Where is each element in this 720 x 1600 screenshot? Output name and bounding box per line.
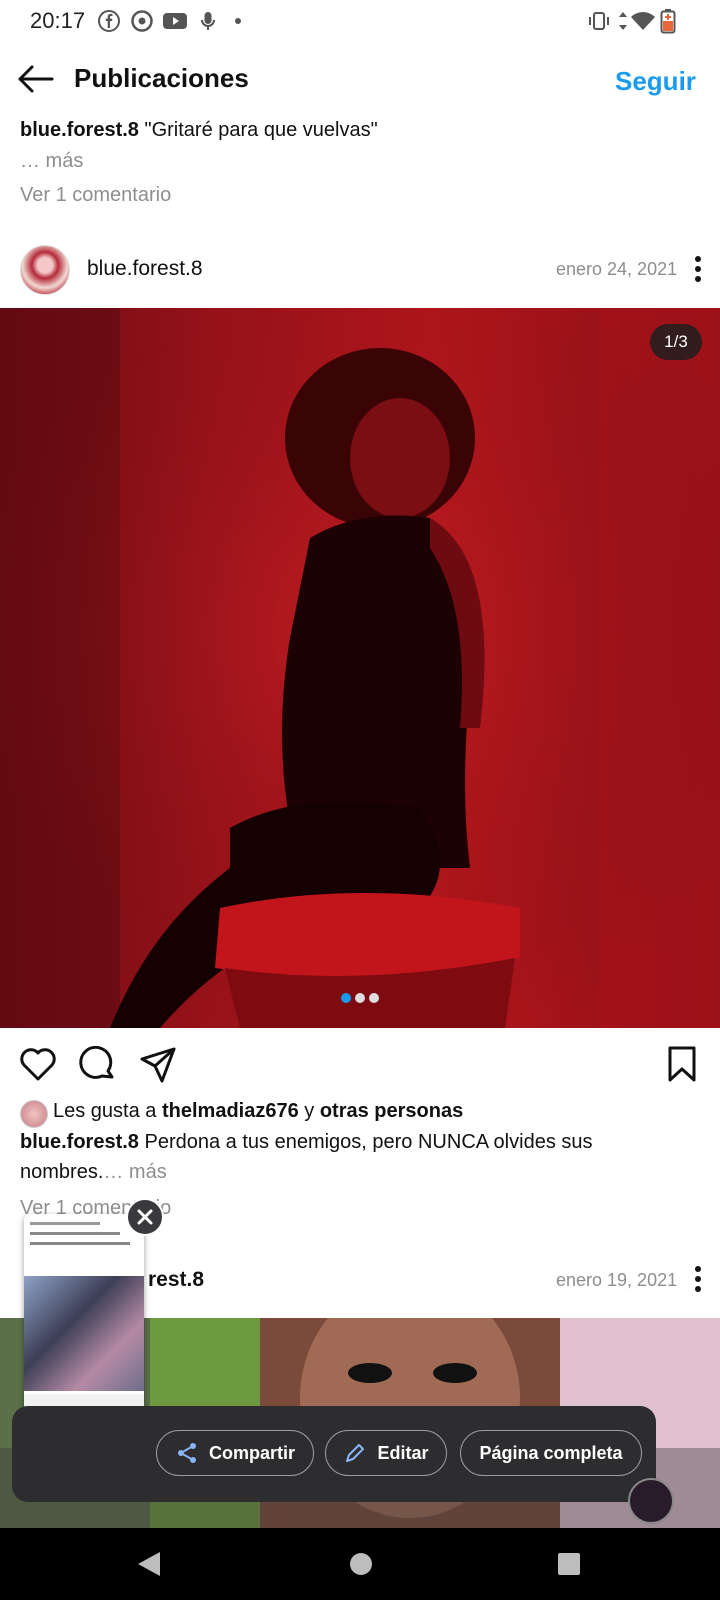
liker-avatar[interactable]: [20, 1100, 48, 1128]
likes-joiner: y: [304, 1100, 315, 1122]
full-page-button[interactable]: Página completa: [460, 1430, 642, 1476]
status-time: 20:17: [30, 8, 86, 33]
prev-post-caption-text: "Gritaré para que vuelvas": [144, 119, 378, 141]
prev-post-caption: blue.forest.8 "Gritaré para que vuelvas": [20, 119, 378, 142]
carousel-dots: [341, 993, 379, 1003]
post-photo: [0, 308, 720, 1028]
thumbnail-photo: [24, 1276, 144, 1391]
youtube-icon: [163, 13, 187, 29]
carousel-counter: 1/3: [650, 324, 702, 360]
post-date: enero 24, 2021: [556, 259, 678, 279]
page-title: Publicaciones: [74, 63, 249, 93]
nav-recents-icon[interactable]: [557, 1552, 581, 1576]
data-transfer-icon: [619, 12, 627, 30]
share-send-icon[interactable]: [138, 1044, 178, 1084]
thumbnail-line: [30, 1242, 130, 1245]
full-page-label: Página completa: [479, 1442, 623, 1463]
edit-label: Editar: [377, 1442, 429, 1463]
likes-others[interactable]: otras personas: [320, 1100, 463, 1122]
nav-home-icon[interactable]: [349, 1552, 373, 1576]
prev-post-more-link[interactable]: … más: [20, 150, 83, 173]
chrome-icon: [131, 10, 153, 32]
caption-text-1: Perdona a tus enemigos, pero NUNCA olvid…: [144, 1131, 593, 1153]
likes-summary[interactable]: Les gusta a thelmadiaz676 y otras person…: [53, 1100, 463, 1123]
caption-more-link[interactable]: … más: [103, 1161, 166, 1183]
top-app-bar: Publicaciones Seguir: [0, 48, 720, 118]
back-arrow-icon[interactable]: [16, 64, 54, 94]
post-caption-line2: nombres.… más: [20, 1161, 167, 1184]
profile-avatar-tab[interactable]: [628, 1478, 674, 1524]
nav-back-icon[interactable]: [136, 1550, 162, 1578]
follow-button[interactable]: Seguir: [615, 66, 696, 97]
post-image[interactable]: 1/3: [0, 308, 720, 1028]
post-username[interactable]: blue.forest.8: [87, 257, 203, 281]
share-button[interactable]: Compartir: [156, 1430, 314, 1476]
thumbnail-line: [30, 1232, 120, 1235]
close-preview-button[interactable]: [126, 1198, 164, 1236]
system-navigation-bar: [0, 1528, 720, 1600]
prev-post-view-comments[interactable]: Ver 1 comentario: [20, 184, 171, 207]
likes-user[interactable]: thelmadiaz676: [162, 1100, 299, 1122]
facebook-icon: [98, 10, 120, 32]
battery-icon: [660, 9, 676, 34]
post-caption-line1: blue.forest.8 Perdona a tus enemigos, pe…: [20, 1131, 593, 1154]
next-post-username[interactable]: rest.8: [148, 1268, 204, 1292]
like-heart-icon[interactable]: [18, 1044, 58, 1084]
wifi-icon: [631, 12, 655, 30]
close-icon: [137, 1209, 153, 1225]
vibrate-icon: [589, 12, 609, 30]
edit-button[interactable]: Editar: [325, 1430, 447, 1476]
caption-username[interactable]: blue.forest.8: [20, 1131, 139, 1153]
caption-text-2: nombres.: [20, 1161, 104, 1183]
post-avatar[interactable]: [20, 245, 70, 295]
pencil-icon: [346, 1444, 365, 1462]
screenshot-actions-bar: Compartir Editar Página completa: [12, 1406, 656, 1502]
mic-icon: [201, 12, 215, 30]
prev-post-username[interactable]: blue.forest.8: [20, 119, 139, 141]
comment-icon[interactable]: [78, 1044, 118, 1084]
next-post-more-options-icon[interactable]: [690, 1264, 706, 1294]
dot-icon: [235, 18, 241, 24]
next-post-date: enero 19, 2021: [556, 1270, 678, 1290]
likes-prefix: Les gusta a: [53, 1100, 157, 1122]
bookmark-icon[interactable]: [662, 1044, 702, 1084]
thumbnail-line: [30, 1222, 100, 1225]
share-icon: [177, 1443, 196, 1463]
status-bar: 20:17: [0, 0, 720, 44]
share-label: Compartir: [208, 1442, 295, 1463]
more-options-icon[interactable]: [690, 254, 706, 284]
